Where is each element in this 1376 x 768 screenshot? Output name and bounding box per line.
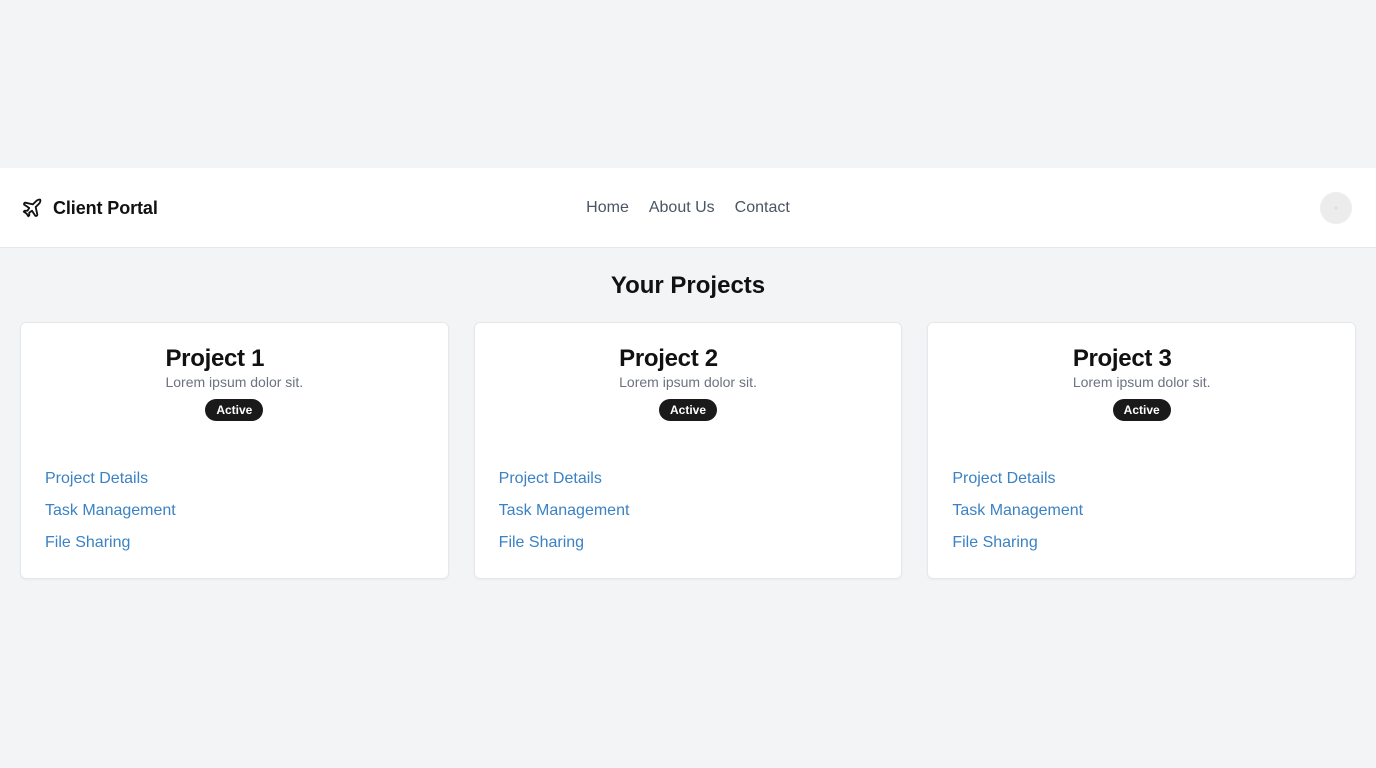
project-cards: Project 1 Lorem ipsum dolor sit. Active … <box>20 322 1357 579</box>
card-header: Project 1 Lorem ipsum dolor sit. Active <box>21 345 448 421</box>
status-badge: Active <box>658 399 718 421</box>
page-title: Your Projects <box>610 272 766 299</box>
brand-name: Client Portal <box>53 197 158 218</box>
plane-icon <box>21 197 43 219</box>
project-description: Lorem ipsum dolor sit. <box>1072 374 1211 390</box>
main-nav: Home About Us Contact <box>0 197 1376 219</box>
project-description: Lorem ipsum dolor sit. <box>165 374 304 390</box>
project-links: Project Details Task Management File Sha… <box>952 468 1083 554</box>
task-management-link[interactable]: Task Management <box>499 500 630 522</box>
project-description: Lorem ipsum dolor sit. <box>619 374 757 390</box>
status-badge: Active <box>205 399 264 421</box>
project-details-link[interactable]: Project Details <box>952 468 1083 490</box>
project-card: Project 1 Lorem ipsum dolor sit. Active … <box>20 322 449 579</box>
project-title: Project 2 <box>619 345 718 372</box>
card-header: Project 3 Lorem ipsum dolor sit. Active <box>928 345 1355 421</box>
user-avatar[interactable] <box>1320 192 1352 224</box>
project-title: Project 1 <box>165 345 265 372</box>
task-management-link[interactable]: Task Management <box>45 500 176 522</box>
project-details-link[interactable]: Project Details <box>499 468 630 490</box>
nav-about-link[interactable]: About Us <box>649 197 715 219</box>
task-management-link[interactable]: Task Management <box>952 500 1083 522</box>
file-sharing-link[interactable]: File Sharing <box>45 532 176 554</box>
file-sharing-link[interactable]: File Sharing <box>952 532 1083 554</box>
project-title: Project 3 <box>1072 345 1172 372</box>
project-card: Project 2 Lorem ipsum dolor sit. Active … <box>473 322 903 579</box>
nav-home-link[interactable]: Home <box>586 197 629 219</box>
status-badge: Active <box>1112 399 1171 421</box>
file-sharing-link[interactable]: File Sharing <box>499 532 630 554</box>
project-details-link[interactable]: Project Details <box>45 468 176 490</box>
project-card: Project 3 Lorem ipsum dolor sit. Active … <box>927 322 1357 579</box>
nav-contact-link[interactable]: Contact <box>735 197 790 219</box>
top-navbar: Client Portal Home About Us Contact <box>0 168 1376 248</box>
project-links: Project Details Task Management File Sha… <box>45 468 176 554</box>
project-links: Project Details Task Management File Sha… <box>499 468 630 554</box>
avatar-placeholder-icon <box>1334 206 1338 210</box>
brand[interactable]: Client Portal <box>21 196 158 220</box>
card-header: Project 2 Lorem ipsum dolor sit. Active <box>475 345 902 421</box>
